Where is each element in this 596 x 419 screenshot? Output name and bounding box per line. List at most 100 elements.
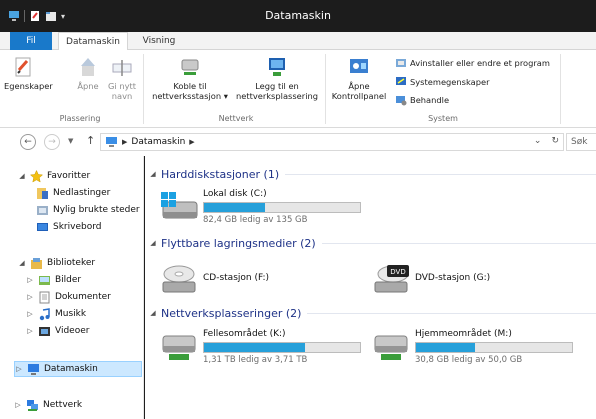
search-input[interactable]: Søk [566, 133, 596, 151]
expand-icon[interactable]: ▷ [26, 310, 34, 318]
expand-icon[interactable]: ▷ [26, 293, 34, 301]
nav-music[interactable]: ▷ Musikk [26, 306, 86, 322]
properties-button[interactable]: Egenskaper [4, 56, 53, 91]
rename-icon [112, 60, 132, 76]
drive-free-space: 1,31 TB ledig av 3,71 TB [203, 355, 308, 365]
capacity-bar-fill [204, 343, 306, 352]
breadcrumb-arrow-icon[interactable]: ▶ [122, 138, 127, 146]
downloads-icon [37, 187, 48, 199]
drive-name: DVD-stasjon (G:) [415, 273, 491, 283]
forward-arrow-icon: → [48, 137, 56, 147]
rename-button[interactable]: Gi nytt navn [104, 56, 140, 101]
nav-pictures[interactable]: ▷ Bilder [26, 272, 81, 288]
nav-computer-label: Datamaskin [44, 364, 98, 374]
nav-pictures-label: Bilder [55, 275, 82, 285]
documents-icon [39, 291, 50, 303]
drive-shared-k[interactable]: Fellesområdet (K:) 1,31 TB ledig av 3,71… [159, 326, 369, 368]
add-location-label-2: nettverksplassering [235, 91, 319, 101]
collapse-icon[interactable]: ◢ [145, 239, 161, 247]
recent-locations-dropdown[interactable]: ▼ [68, 137, 73, 145]
back-button[interactable]: ← [20, 134, 36, 150]
open-control-panel-button[interactable]: Åpne Kontrollpanel [328, 56, 390, 101]
open-cp-label-1: Åpne [348, 81, 370, 91]
expand-icon[interactable]: ▷ [26, 276, 34, 284]
capacity-bar [415, 342, 573, 353]
hard-drive-icon [161, 192, 198, 219]
open-label: Åpne [77, 81, 99, 91]
section-network-locations[interactable]: ◢ Nettverksplasseringer (2) [145, 304, 596, 322]
forward-button[interactable]: → [44, 134, 60, 150]
drive-dvd-g[interactable]: DVD DVD-stasjon (G:) [371, 258, 581, 300]
breadcrumb-computer[interactable]: Datamaskin [131, 137, 185, 147]
drive-local-c[interactable]: Lokal disk (C:) 82,4 GB ledig av 135 GB [159, 186, 369, 228]
capacity-bar-fill [204, 203, 265, 212]
nav-videos[interactable]: ▷ Videoer [26, 323, 89, 339]
group-separator [143, 54, 144, 124]
nav-recent-label: Nylig brukte steder [53, 205, 140, 215]
collapse-icon[interactable]: ◢ [145, 170, 161, 178]
refresh-icon[interactable]: ↻ [551, 136, 559, 146]
pictures-icon [39, 275, 50, 285]
nav-documents[interactable]: ▷ Dokumenter [26, 289, 111, 305]
section-divider [307, 312, 596, 314]
videos-icon [39, 326, 50, 336]
manage-icon [396, 96, 407, 106]
nav-desktop-label: Skrivebord [53, 222, 102, 232]
open-button[interactable]: Åpne [74, 56, 102, 91]
drive-cd-f[interactable]: CD-stasjon (F:) [159, 258, 359, 300]
dvd-badge: DVD [390, 268, 405, 276]
control-panel-icon [350, 59, 368, 73]
open-cp-label-2: Kontrollpanel [331, 91, 387, 101]
group-system-label: System [428, 114, 458, 123]
nav-desktop[interactable]: Skrivebord [36, 219, 101, 235]
window-title: Datamaskin [265, 9, 331, 22]
tab-computer[interactable]: Datamaskin [58, 32, 128, 51]
address-controls: ⌄ ↻ [534, 136, 559, 146]
expand-icon[interactable]: ▷ [15, 365, 23, 373]
system-properties-label: Systemegenskaper [410, 77, 490, 87]
nav-downloads[interactable]: Nedlastinger [36, 185, 110, 201]
star-icon [30, 169, 43, 183]
manage-label: Behandle [410, 95, 450, 105]
network-icon [27, 399, 38, 411]
add-network-location-button[interactable]: Legg til en nettverksplassering [232, 56, 322, 101]
network-location-icon [269, 58, 285, 76]
breadcrumb-arrow-icon[interactable]: ▶ [189, 138, 194, 146]
network-drive-icon [374, 335, 408, 360]
nav-computer[interactable]: ▷ Datamaskin [14, 361, 142, 377]
ribbon: Egenskaper Åpne Gi nytt navn Plassering … [0, 50, 596, 128]
up-button[interactable]: ↑ [86, 134, 95, 147]
map-network-drive-button[interactable]: Koble til nettverksstasjon ▾ [150, 56, 230, 101]
uninstall-label: Avinstaller eller endre et program [410, 58, 550, 68]
expand-icon[interactable]: ▷ [14, 401, 22, 409]
tab-file[interactable]: Fil [10, 32, 52, 50]
computer-icon [28, 363, 39, 375]
section-hard-drives[interactable]: ◢ Harddiskstasjoner (1) [145, 165, 596, 183]
nav-recent-places[interactable]: Nylig brukte steder [36, 202, 140, 218]
nav-music-label: Musikk [55, 309, 87, 319]
group-separator [560, 54, 561, 124]
cd-drive-icon [162, 265, 196, 293]
group-separator [325, 54, 326, 124]
collapse-icon[interactable]: ◢ [18, 172, 26, 180]
expand-icon[interactable]: ▷ [26, 327, 34, 335]
nav-network[interactable]: ▷ Nettverk [14, 397, 82, 413]
collapse-icon[interactable]: ◢ [145, 309, 161, 317]
manage-button[interactable]: Behandle [395, 93, 449, 107]
nav-favorites[interactable]: ◢ Favoritter [18, 168, 90, 184]
address-bar[interactable]: ▶ Datamaskin ▶ ⌄ ↻ [100, 133, 564, 151]
collapse-icon[interactable]: ◢ [18, 259, 26, 267]
uninstall-icon [396, 59, 406, 67]
drive-name: CD-stasjon (F:) [203, 273, 269, 283]
system-properties-button[interactable]: Systemegenskaper [395, 75, 490, 89]
music-icon [39, 307, 50, 320]
tab-view[interactable]: Visning [134, 32, 184, 50]
drive-home-m[interactable]: Hjemmeområdet (M:) 30,8 GB ledig av 50,0… [371, 326, 581, 368]
uninstall-program-button[interactable]: Avinstaller eller endre et program [395, 56, 550, 70]
section-divider [285, 173, 596, 175]
nav-libraries[interactable]: ◢ Biblioteker [18, 255, 95, 271]
dvd-drive-icon: DVD [374, 265, 409, 293]
address-dropdown-icon[interactable]: ⌄ [534, 136, 542, 146]
section-removable[interactable]: ◢ Flyttbare lagringsmedier (2) [145, 234, 596, 252]
computer-icon [106, 136, 117, 147]
